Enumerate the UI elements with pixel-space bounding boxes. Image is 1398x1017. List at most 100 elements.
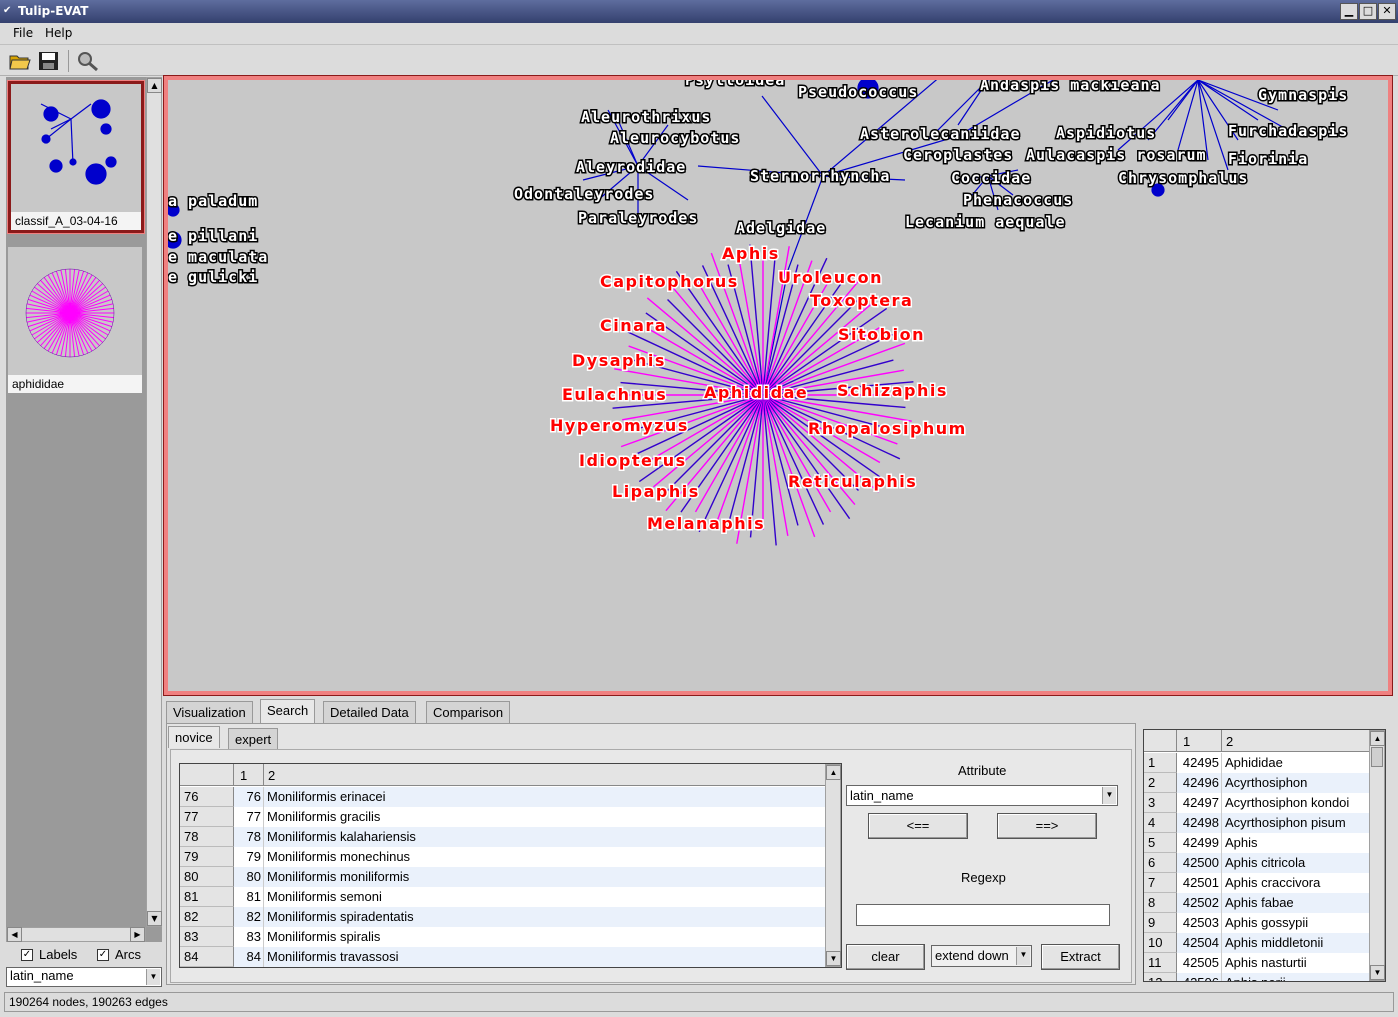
clear-button[interactable]: clear: [846, 944, 925, 970]
thumbnails-hscrollbar[interactable]: ◀ ▶: [6, 927, 146, 942]
table-row[interactable]: 78 78 Moniliformis kalahariensis: [180, 827, 841, 847]
column-header[interactable]: 2: [1222, 730, 1371, 752]
scroll-down-arrow[interactable]: ▼: [826, 951, 841, 966]
table-row[interactable]: 81 81 Moniliformis semoni: [180, 887, 841, 907]
scroll-up-arrow[interactable]: ▲: [147, 78, 162, 93]
node-label[interactable]: e maculata: [168, 247, 269, 268]
node-label[interactable]: Aleurothrixus: [580, 107, 712, 128]
scroll-thumb[interactable]: [1371, 747, 1383, 767]
regexp-input[interactable]: [856, 904, 1110, 926]
open-folder-icon[interactable]: [8, 50, 32, 72]
thumbnails-vscrollbar[interactable]: ▲ ▼: [146, 77, 162, 927]
scroll-right-arrow[interactable]: ▶: [130, 927, 145, 942]
node-label[interactable]: Adelgidae: [735, 218, 827, 239]
move-left-button[interactable]: <==: [868, 813, 968, 839]
table-row[interactable]: 1242506Aphis nerii: [1144, 973, 1385, 981]
node-label[interactable]: Aulacaspis rosarum: [1025, 145, 1208, 166]
table-row[interactable]: 11 42505 Aphis nasturtii: [1144, 953, 1385, 973]
highlighted-node-label[interactable]: Melanaphis: [646, 513, 766, 535]
node-label[interactable]: Chrysomphalus: [1117, 168, 1249, 189]
node-label[interactable]: e pillani: [168, 226, 259, 247]
table-row[interactable]: 3 42497 Acyrthosiphon kondoi: [1144, 793, 1385, 813]
highlighted-node-label[interactable]: Reticulaphis: [787, 471, 918, 493]
node-label[interactable]: Aspidiotus: [1055, 123, 1157, 144]
node-label[interactable]: Furchadaspis: [1227, 121, 1349, 142]
save-disk-icon[interactable]: [37, 50, 61, 72]
mode-select[interactable]: extend down ▼: [931, 945, 1032, 967]
minimize-button[interactable]: ▁: [1340, 3, 1358, 20]
table-row[interactable]: 9 42503 Aphis gossypii: [1144, 913, 1385, 933]
column-header[interactable]: 2: [264, 764, 827, 786]
scroll-up-arrow[interactable]: ▲: [826, 765, 841, 780]
scroll-down-arrow[interactable]: ▼: [147, 911, 162, 926]
menu-help[interactable]: Help: [45, 26, 72, 40]
highlighted-node-label[interactable]: Lipaphis: [611, 481, 700, 503]
table-row[interactable]: 10 42504 Aphis middletonii: [1144, 933, 1385, 953]
thumbnail-classif[interactable]: classif_A_03-04-16: [7, 80, 145, 234]
subtab-novice[interactable]: novice: [168, 726, 220, 748]
highlighted-node-label[interactable]: Aphis: [721, 243, 780, 265]
table-row[interactable]: 84 84 Moniliformis travassosi: [180, 947, 841, 967]
node-label[interactable]: Psylloidea: [684, 80, 786, 91]
highlighted-node-label[interactable]: Sitobion: [837, 324, 925, 346]
subtab-expert[interactable]: expert: [228, 728, 279, 750]
node-label[interactable]: Phenacoccus: [962, 190, 1074, 211]
table-row[interactable]: 82 82 Moniliformis spiradentatis: [180, 907, 841, 927]
graph-canvas[interactable]: Psylloidea Pseudococcus Andaspis mackieana…: [168, 80, 1388, 691]
tab-comparison[interactable]: Comparison: [426, 701, 511, 723]
highlighted-node-label[interactable]: Eulachnus: [561, 384, 668, 406]
table-row[interactable]: 79 79 Moniliformis monechinus: [180, 847, 841, 867]
highlighted-node-label[interactable]: Toxoptera: [809, 290, 914, 312]
highlighted-node-label[interactable]: Aphididae: [703, 382, 809, 404]
node-label[interactable]: Coccidae: [950, 168, 1032, 189]
scroll-down-arrow[interactable]: ▼: [1370, 965, 1385, 980]
highlighted-node-label[interactable]: Hyperomyzus: [549, 415, 689, 437]
node-label[interactable]: Paraleyrodes: [577, 208, 699, 229]
table-row[interactable]: 7 42501 Aphis craccivora: [1144, 873, 1385, 893]
attribute-select-left[interactable]: latin_name ▼: [6, 967, 162, 987]
node-label[interactable]: e gulicki: [168, 267, 259, 288]
table-row[interactable]: 2 42496 Acyrthosiphon: [1144, 773, 1385, 793]
table-row[interactable]: 80 80 Moniliformis moniliformis: [180, 867, 841, 887]
highlighted-node-label[interactable]: Uroleucon: [777, 267, 883, 289]
thumbnail-aphididae[interactable]: aphididae: [8, 247, 142, 393]
node-label[interactable]: a paladum: [168, 191, 259, 212]
search-table-vscrollbar[interactable]: ▲ ▼: [825, 764, 841, 967]
node-label[interactable]: Aleyrodidae: [575, 157, 687, 178]
node-label[interactable]: Sternorrhyncha: [749, 166, 891, 187]
node-label[interactable]: Odontaleyrodes: [513, 184, 655, 205]
highlighted-node-label[interactable]: Schizaphis: [836, 380, 948, 402]
column-header[interactable]: 1: [1177, 730, 1222, 752]
close-button[interactable]: ✕: [1378, 3, 1396, 20]
result-table-vscrollbar[interactable]: ▲ ▼: [1369, 730, 1385, 981]
highlighted-node-label[interactable]: Capitophorus: [599, 271, 739, 293]
arcs-checkbox[interactable]: ✓: [97, 949, 109, 961]
scroll-up-arrow[interactable]: ▲: [1370, 731, 1385, 746]
node-label[interactable]: Ceroplastes: [902, 145, 1014, 166]
search-results-table[interactable]: 1 2 76 76 Moniliformis erinacei 77 77 Monilif…: [179, 763, 842, 968]
highlighted-node-label[interactable]: Cinara: [599, 315, 668, 337]
extracted-nodes-table[interactable]: 1 2 1 42495 Aphididae 2 42496 Acyrthosiphon 3 4…: [1143, 729, 1386, 982]
column-header[interactable]: 1: [234, 764, 264, 786]
attribute-select[interactable]: latin_name ▼: [846, 785, 1118, 806]
table-row[interactable]: 83 83 Moniliformis spiralis: [180, 927, 841, 947]
tab-search[interactable]: Search: [260, 699, 316, 724]
node-label[interactable]: Aleurocybotus: [609, 128, 741, 149]
node-label[interactable]: Gymnaspis: [1257, 85, 1349, 106]
node-label[interactable]: Asterolecaniidae: [859, 124, 1022, 145]
move-right-button[interactable]: ==>: [997, 813, 1097, 839]
labels-checkbox[interactable]: ✓: [21, 949, 33, 961]
highlighted-node-label[interactable]: Rhopalosiphum: [807, 418, 967, 440]
menu-file[interactable]: File: [13, 26, 33, 40]
maximize-button[interactable]: □: [1359, 3, 1377, 20]
node-label[interactable]: Andaspis mackieana: [979, 80, 1162, 96]
highlighted-node-label[interactable]: Idiopterus: [578, 450, 687, 472]
scroll-left-arrow[interactable]: ◀: [7, 927, 22, 942]
table-row[interactable]: 76 76 Moniliformis erinacei: [180, 787, 841, 807]
node-label[interactable]: Fiorinia: [1227, 149, 1309, 170]
node-label[interactable]: Pseudococcus: [797, 82, 919, 103]
node-label[interactable]: Lecanium aequale: [904, 212, 1067, 233]
table-row[interactable]: 1 42495 Aphididae: [1144, 753, 1385, 773]
highlighted-node-label[interactable]: Dysaphis: [571, 350, 666, 372]
table-row[interactable]: 5 42499 Aphis: [1144, 833, 1385, 853]
